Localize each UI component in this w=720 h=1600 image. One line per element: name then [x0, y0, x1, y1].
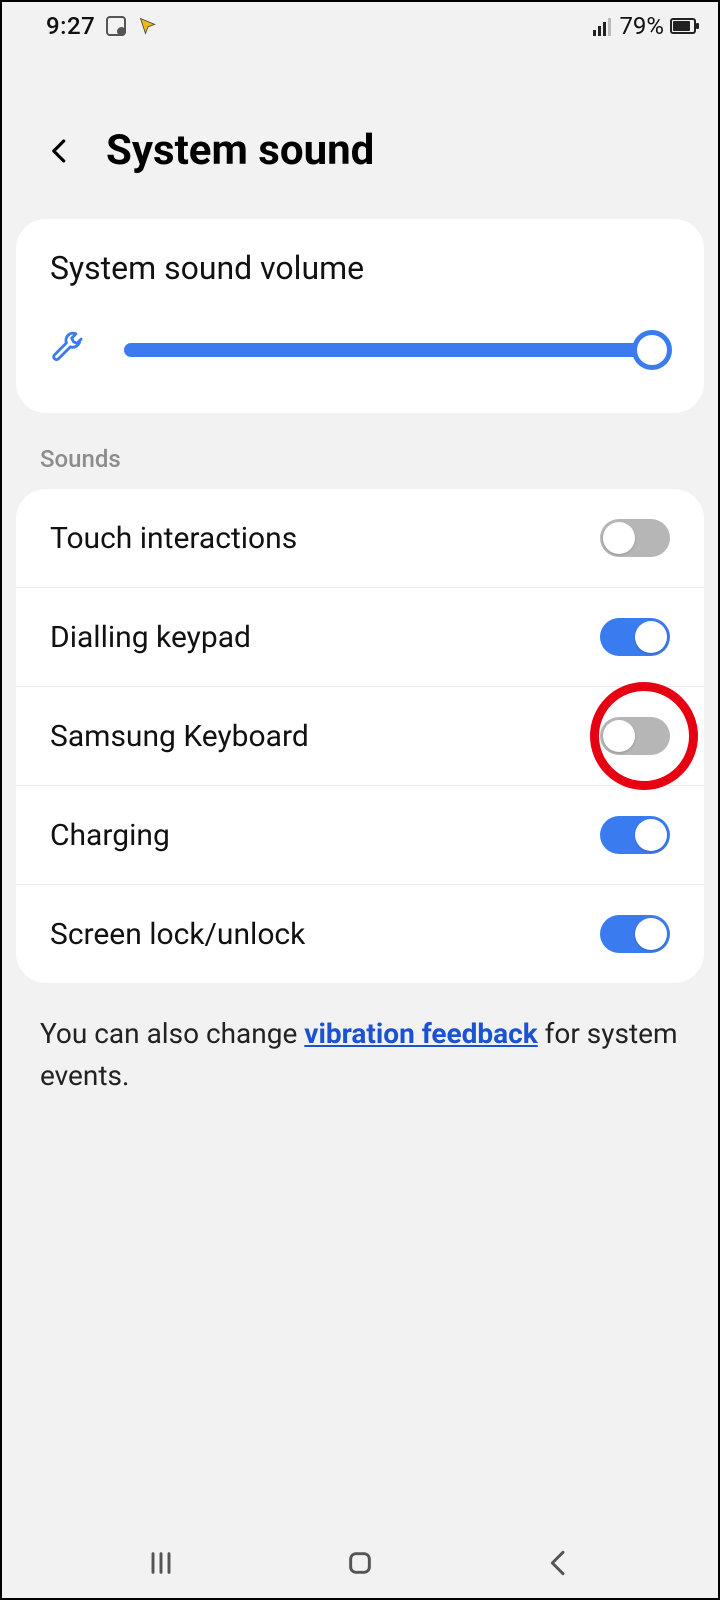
row-label-touch-interactions: Touch interactions: [50, 521, 297, 556]
footer-note: You can also change vibration feedback f…: [2, 983, 718, 1127]
recents-button[interactable]: [131, 1543, 191, 1583]
toggle-dialling-keypad[interactable]: [600, 618, 670, 656]
toggle-knob: [635, 621, 667, 653]
recents-icon: [145, 1547, 177, 1579]
signal-icon: [593, 16, 611, 36]
home-icon: [344, 1547, 376, 1579]
toggle-knob: [635, 918, 667, 950]
toggle-charging[interactable]: [600, 816, 670, 854]
nav-back-button[interactable]: [529, 1543, 589, 1583]
chevron-left-icon: [45, 136, 75, 166]
row-label-samsung-keyboard: Samsung Keyboard: [50, 719, 309, 754]
volume-label: System sound volume: [50, 249, 670, 287]
battery-percent: 79%: [619, 12, 664, 40]
page-header: System sound: [2, 50, 718, 219]
row-screen-lock-unlock[interactable]: Screen lock/unlock: [16, 885, 704, 983]
sounds-section-label: Sounds: [2, 413, 718, 489]
volume-card: System sound volume: [16, 219, 704, 413]
footer-pre: You can also change: [40, 1017, 304, 1050]
row-dialling-keypad[interactable]: Dialling keypad: [16, 588, 704, 687]
status-left: 9:27: [46, 12, 159, 40]
toggle-touch-interactions[interactable]: [600, 519, 670, 557]
row-label-dialling-keypad: Dialling keypad: [50, 620, 251, 655]
battery-icon: [670, 18, 696, 34]
status-bar: 9:27 79%: [2, 2, 718, 50]
status-time: 9:27: [46, 12, 95, 40]
vibration-feedback-link[interactable]: vibration feedback: [304, 1017, 537, 1050]
wrench-icon: [50, 331, 84, 369]
home-button[interactable]: [330, 1543, 390, 1583]
app-icon: [137, 15, 159, 37]
back-button[interactable]: [40, 131, 80, 171]
slider-track: [124, 343, 670, 357]
chevron-left-icon: [543, 1547, 575, 1579]
page-title: System sound: [106, 126, 374, 175]
toggle-samsung-keyboard[interactable]: [600, 717, 670, 755]
row-label-charging: Charging: [50, 818, 170, 853]
volume-slider[interactable]: [124, 332, 670, 368]
status-right: 79%: [593, 12, 696, 40]
navigation-bar: [2, 1528, 718, 1598]
toggle-knob: [603, 522, 635, 554]
toggle-knob: [603, 720, 635, 752]
slider-thumb[interactable]: [632, 330, 672, 370]
volume-row: [50, 331, 670, 369]
toggle-screen-lock-unlock[interactable]: [600, 915, 670, 953]
row-label-screen-lock-unlock: Screen lock/unlock: [50, 917, 305, 952]
note-icon: [105, 15, 127, 37]
toggle-knob: [635, 819, 667, 851]
row-samsung-keyboard[interactable]: Samsung Keyboard: [16, 687, 704, 786]
sounds-list: Touch interactions Dialling keypad Samsung…: [16, 489, 704, 983]
row-touch-interactions[interactable]: Touch interactions: [16, 489, 704, 588]
row-charging[interactable]: Charging: [16, 786, 704, 885]
